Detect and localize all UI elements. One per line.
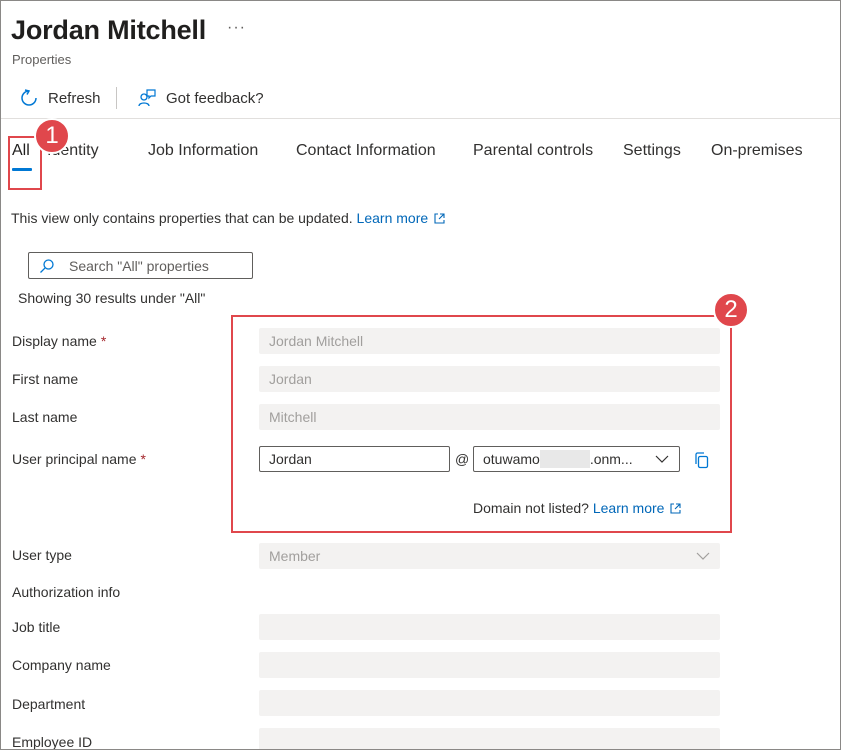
- refresh-label: Refresh: [48, 89, 101, 107]
- page-title: Jordan Mitchell: [11, 15, 207, 45]
- feedback-button[interactable]: Got feedback?: [137, 87, 264, 109]
- company-name-label: Company name: [12, 657, 111, 673]
- tab-parental-controls[interactable]: Parental controls: [473, 142, 593, 160]
- callout-badge-2: 2: [713, 292, 749, 328]
- job-title-field[interactable]: [259, 614, 720, 640]
- results-count: Showing 30 results under "All": [18, 290, 206, 306]
- command-separator: [116, 87, 117, 109]
- employee-id-field[interactable]: [259, 728, 720, 749]
- first-name-label: First name: [12, 371, 79, 387]
- user-type-label: User type: [12, 547, 72, 563]
- upn-label: User principal name *: [12, 451, 146, 467]
- employee-id-label: Employee ID: [12, 734, 93, 750]
- user-type-dropdown[interactable]: Member: [259, 543, 720, 569]
- tab-on-premises[interactable]: On-premises: [711, 142, 803, 160]
- authorization-info-label: Authorization info: [12, 584, 121, 600]
- tab-contact-information[interactable]: Contact Information: [296, 142, 436, 160]
- refresh-icon: [21, 89, 37, 106]
- properties-page: Jordan Mitchell ··· Properties Refresh G…: [0, 0, 841, 750]
- command-bar-divider: [1, 118, 840, 119]
- tab-settings[interactable]: Settings: [623, 142, 681, 160]
- external-link-icon: [434, 213, 445, 224]
- info-text: This view only contains properties that …: [11, 210, 353, 226]
- chevron-down-icon: [696, 552, 710, 560]
- required-marker: *: [140, 451, 146, 467]
- callout-badge-1: 1: [34, 118, 70, 154]
- display-name-label: Display name *: [12, 333, 107, 349]
- page-subtitle: Properties: [12, 52, 72, 67]
- callout-highlight-2: [231, 315, 732, 533]
- search-placeholder: Search "All" properties: [69, 257, 209, 274]
- required-marker: *: [100, 333, 107, 349]
- job-title-label: Job title: [12, 619, 61, 635]
- learn-more-link[interactable]: Learn more: [357, 210, 446, 226]
- info-message: This view only contains properties that …: [11, 210, 445, 226]
- feedback-icon: [138, 89, 156, 107]
- department-label: Department: [12, 696, 86, 712]
- last-name-label: Last name: [12, 409, 78, 425]
- more-options-icon[interactable]: ···: [227, 19, 246, 37]
- feedback-label: Got feedback?: [166, 89, 264, 107]
- company-name-field[interactable]: [259, 652, 720, 678]
- search-input[interactable]: Search "All" properties: [28, 252, 253, 279]
- search-icon: [40, 258, 54, 273]
- department-field[interactable]: [259, 690, 720, 716]
- tab-job-information[interactable]: Job Information: [148, 142, 258, 160]
- refresh-button[interactable]: Refresh: [19, 87, 101, 109]
